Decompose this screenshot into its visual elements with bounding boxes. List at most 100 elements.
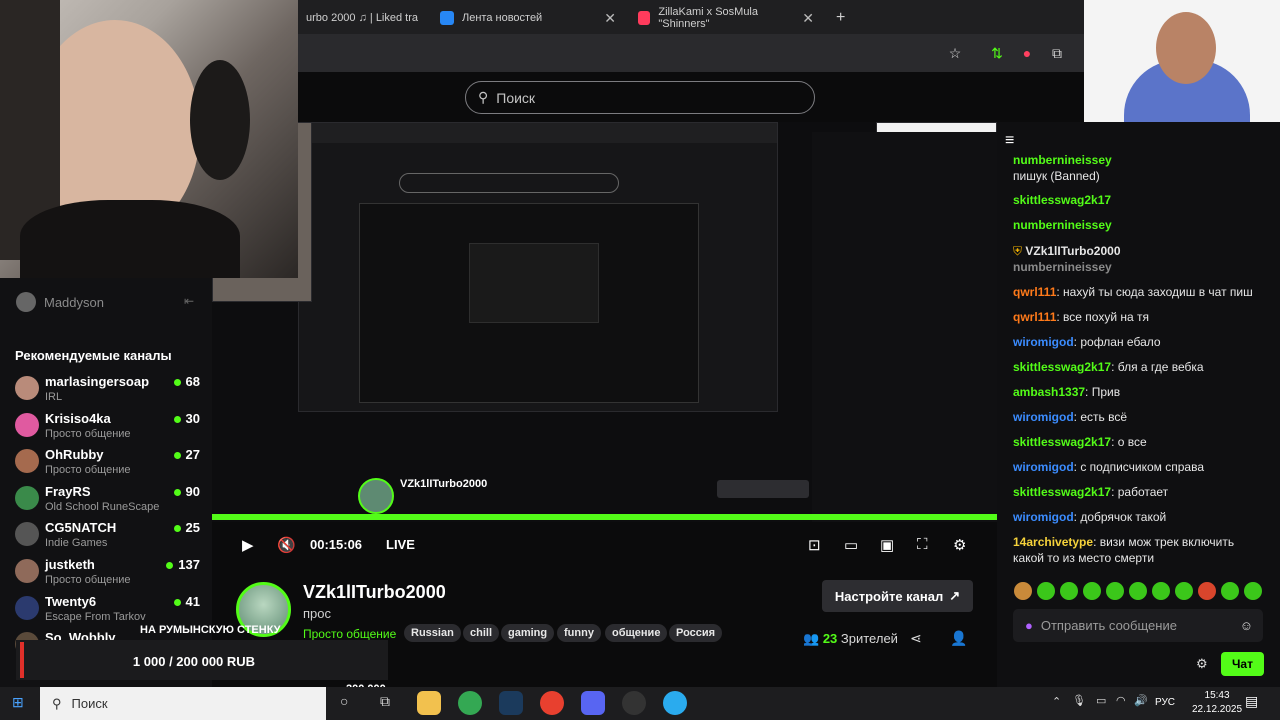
chat-message: 14archivetype: визи мож трек включить ка… [1013, 534, 1268, 566]
chat-message: qwrl111: нахуй ты сюда заходиш в чат пиш [1013, 284, 1268, 300]
tab-youtube[interactable]: ZillaKami x SosMula "Shinners" ✕ [630, 4, 822, 32]
tag-russia[interactable]: Россия [669, 624, 723, 642]
extension-icon[interactable]: ⇅ [988, 44, 1006, 62]
chat-username[interactable]: wiromigod [1013, 335, 1074, 349]
fullscreen-icon[interactable]: ⛶ [917, 536, 928, 553]
emote-icon[interactable] [1037, 582, 1055, 600]
mic-icon[interactable]: ● [1025, 618, 1033, 633]
chat-send-button[interactable]: Чат [1221, 652, 1264, 676]
windows-start-icon[interactable]: ⊞ [12, 694, 24, 711]
chat-text: : есть всё [1073, 410, 1128, 424]
tray-mic-icon[interactable]: 🎙 [1072, 694, 1086, 707]
chrome-icon[interactable] [458, 691, 482, 715]
emoji-icon[interactable]: ☺ [1240, 618, 1253, 633]
share-icon[interactable]: ⋖ [910, 630, 922, 647]
keyboard-language[interactable]: РУС [1155, 697, 1175, 708]
chat-username[interactable]: skittlesswag2k17 [1013, 485, 1111, 499]
chat-username[interactable]: numbernineissey [1013, 218, 1112, 232]
chat-settings-icon[interactable]: ⚙ [1196, 656, 1208, 672]
chat-collapse-icon[interactable]: ≡ [1005, 132, 1014, 150]
sidebar-item-twenty6[interactable]: Twenty6 Escape From Tarkov 41 [15, 592, 200, 626]
tag-funny[interactable]: funny [557, 624, 601, 642]
sidebar-item-cg5natch[interactable]: CG5NATCH Indie Games 25 [15, 518, 200, 552]
stream-video[interactable]: VZk1lITurbo2000 [212, 122, 997, 522]
chat-username[interactable]: skittlesswag2k17 [1013, 360, 1111, 374]
sidebar-user[interactable]: Maddyson [16, 292, 104, 312]
chat-message: numbernineissey [1013, 152, 1268, 168]
emote-icon[interactable] [1152, 582, 1170, 600]
tray-wifi-icon[interactable]: ◠ [1116, 694, 1126, 707]
miniplayer-icon[interactable]: ▣ [880, 536, 894, 554]
task-view-icon[interactable]: ○ [340, 693, 348, 709]
bookmark-star-icon[interactable]: ☆ [946, 44, 964, 62]
stream-category[interactable]: Просто общение [303, 627, 396, 641]
chat-message-input[interactable]: ● Отправить сообщение ☺ [1013, 609, 1263, 642]
chat-username[interactable]: wiromigod [1013, 510, 1074, 524]
emote-icon[interactable] [1060, 582, 1078, 600]
emote-icon[interactable] [1106, 582, 1124, 600]
follow-icon[interactable]: 👤 [950, 630, 967, 647]
close-tab-icon[interactable]: ✕ [604, 10, 616, 27]
tray-volume-icon[interactable]: 🔊 [1134, 694, 1148, 707]
chat-username[interactable]: 14archivetype [1013, 535, 1093, 549]
tag-gaming[interactable]: gaming [501, 624, 555, 642]
tag-russian[interactable]: Russian [404, 624, 461, 642]
chat-username[interactable]: VZk1lITurbo2000 [1025, 244, 1120, 258]
chat-username[interactable]: wiromigod [1013, 410, 1074, 424]
new-tab-button[interactable]: + [828, 4, 848, 32]
yandex-icon[interactable] [540, 691, 564, 715]
widgets-icon[interactable]: ⧉ [380, 693, 390, 710]
taskbar-clock[interactable]: 15:43 22.12.2025 [1192, 689, 1242, 717]
tray-battery-icon[interactable]: ▭ [1096, 694, 1106, 707]
tab-spotify[interactable]: urbo 2000 ♫ | Liked tra [298, 4, 428, 32]
chat-message: пишук (Banned) [1013, 168, 1268, 184]
channel-category: Просто общение [45, 464, 131, 476]
taskbar-search[interactable]: ⚲ Поиск [40, 687, 326, 720]
emote-icon[interactable] [1014, 582, 1032, 600]
tag-chill[interactable]: chill [463, 624, 500, 642]
adblock-icon[interactable]: ● [1018, 44, 1036, 62]
close-tab-icon[interactable]: ✕ [802, 10, 814, 27]
emote-icon[interactable] [1129, 582, 1147, 600]
chat-username[interactable]: skittlesswag2k17 [1013, 435, 1111, 449]
explorer-icon[interactable] [417, 691, 441, 715]
chat-username[interactable]: skittlesswag2k17 [1013, 193, 1111, 207]
emote-icon[interactable] [1244, 582, 1262, 600]
sidebar-item-marlasingersoap[interactable]: marlasingersoap IRL 68 [15, 372, 200, 406]
theater-icon[interactable]: ▭ [844, 536, 858, 554]
sidebar-item-frayrs[interactable]: FrayRS Old School RuneScape 90 [15, 482, 200, 516]
settings-gear-icon[interactable]: ⚙ [953, 536, 966, 554]
channel-name[interactable]: VZk1lITurbo2000 [303, 582, 446, 603]
clip-icon[interactable]: ⊡ [808, 536, 821, 554]
emote-icon[interactable] [1221, 582, 1239, 600]
obs-icon[interactable] [622, 691, 646, 715]
chat-username[interactable]: wiromigod [1013, 460, 1074, 474]
search-input[interactable]: ⚲ Поиск [465, 81, 815, 114]
telegram-icon[interactable] [663, 691, 687, 715]
emote-icon[interactable] [1175, 582, 1193, 600]
chat-username[interactable]: qwrl111 [1013, 310, 1056, 324]
steam-icon[interactable] [499, 691, 523, 715]
discord-icon[interactable] [581, 691, 605, 715]
sidebar-item-krisiso4ka[interactable]: Krisiso4ka Просто общение 30 [15, 409, 200, 443]
chat-username[interactable]: numbernineissey [1013, 260, 1112, 274]
chat-username[interactable]: qwrl111 [1013, 285, 1056, 299]
chat-username[interactable]: numbernineissey [1013, 153, 1112, 167]
extensions-puzzle-icon[interactable]: ⧉ [1048, 44, 1066, 62]
channel-avatar [15, 449, 39, 473]
chat-message: wiromigod: есть всё [1013, 409, 1268, 425]
collapse-sidebar-icon[interactable]: ⇤ [184, 294, 194, 308]
stream-progress-bar[interactable] [212, 516, 997, 520]
setup-channel-button[interactable]: Настройте канал ↗ [822, 580, 973, 612]
sidebar-item-ohrubby[interactable]: OhRubby Просто общение 27 [15, 445, 200, 479]
emote-icon[interactable] [1198, 582, 1216, 600]
play-icon[interactable]: ▶ [242, 536, 254, 554]
notifications-icon[interactable]: ▤ [1245, 693, 1258, 710]
tag-obshchenie[interactable]: общение [605, 624, 668, 642]
tray-chevron-icon[interactable]: ⌃ [1052, 695, 1061, 708]
emote-icon[interactable] [1083, 582, 1101, 600]
sidebar-item-justketh[interactable]: justketh Просто общение 137 [15, 555, 200, 589]
mute-icon[interactable]: 🔇 [277, 536, 296, 554]
tab-vk[interactable]: Лента новостей ✕ [432, 4, 624, 32]
chat-username[interactable]: ambash1337 [1013, 385, 1085, 399]
